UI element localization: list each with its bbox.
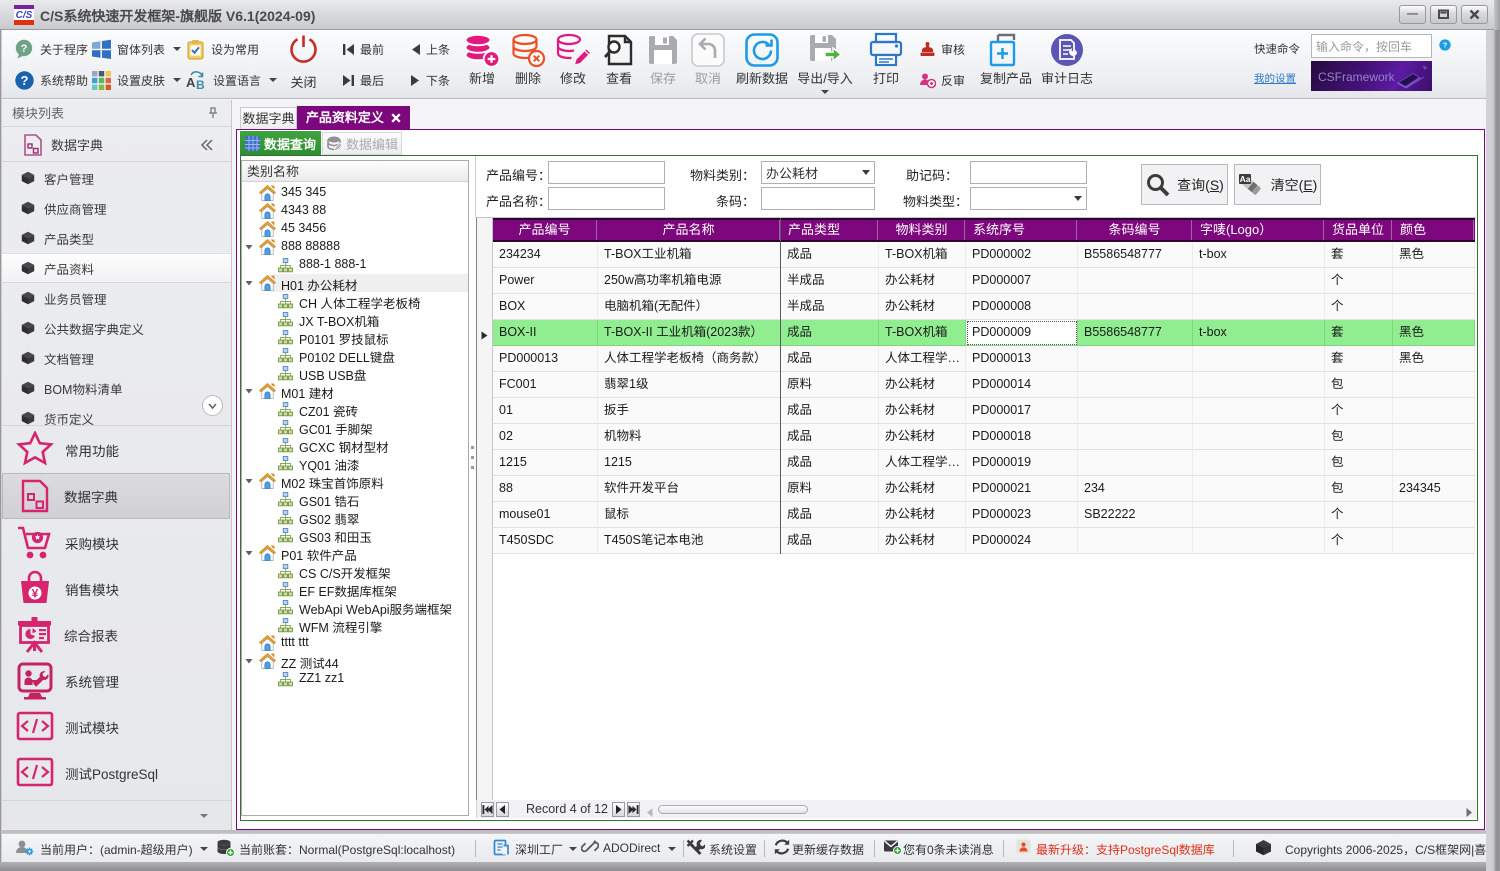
svg-text:?: ? (1443, 41, 1448, 50)
svg-text:?: ? (21, 43, 28, 55)
svg-text:Aa: Aa (1239, 174, 1250, 184)
svg-text:?: ? (21, 73, 29, 88)
svg-text:B: B (196, 78, 205, 91)
svg-text:CSFramework: CSFramework (1318, 70, 1396, 84)
svg-text:A: A (186, 75, 196, 90)
svg-text:C/S: C/S (16, 10, 33, 21)
svg-text:¥: ¥ (32, 587, 39, 601)
